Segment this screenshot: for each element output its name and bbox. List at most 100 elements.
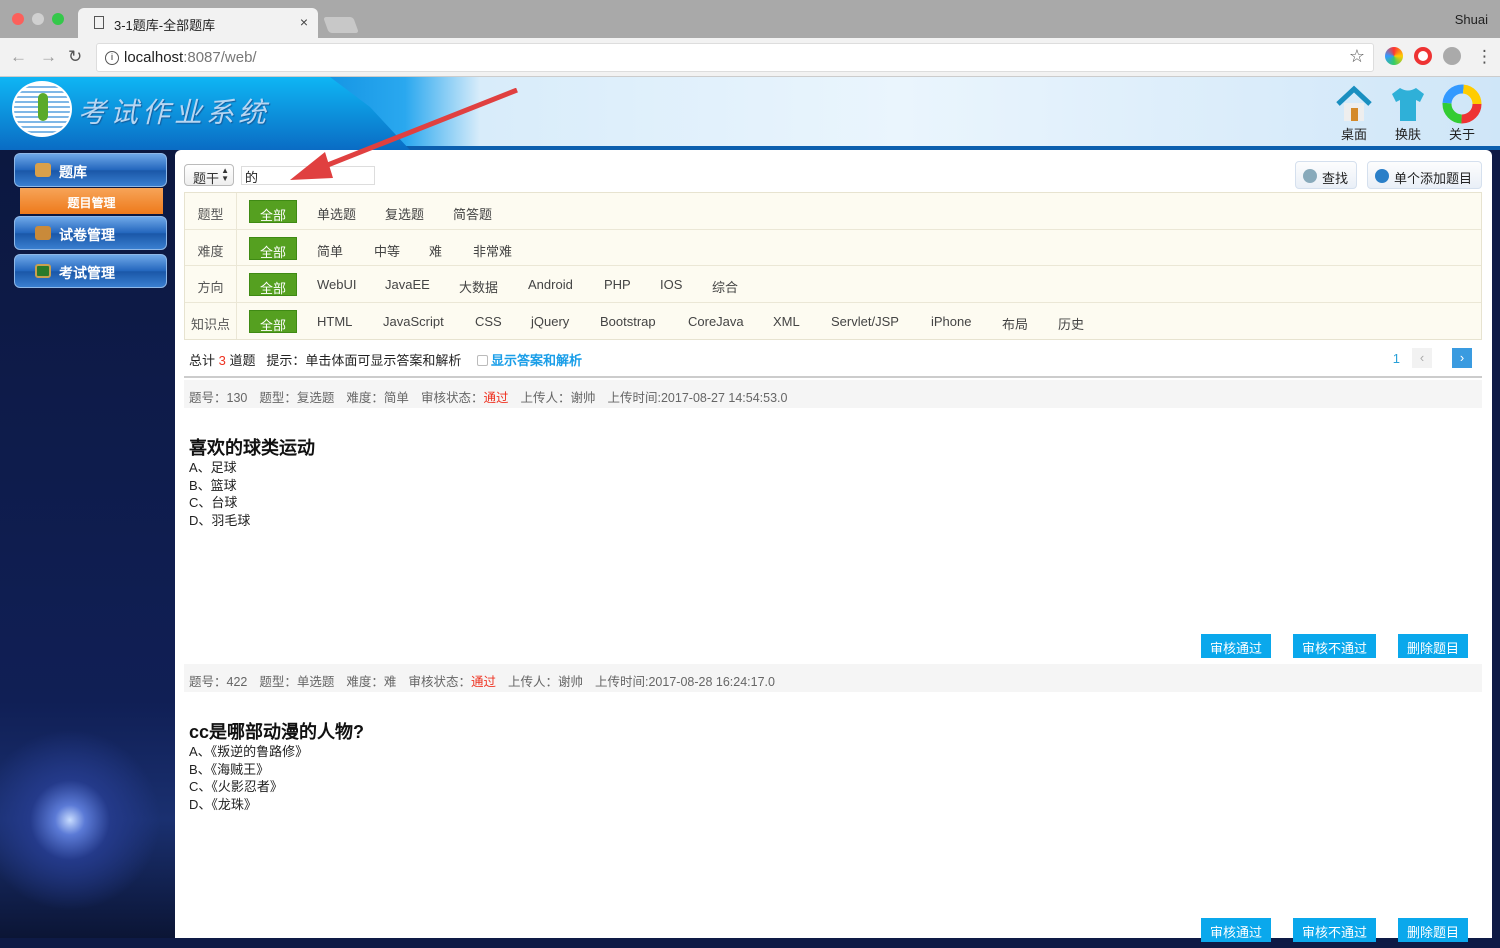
filter-option[interactable]: 中等: [374, 241, 400, 260]
filter-option[interactable]: 综合: [712, 277, 738, 296]
meta-uploader: 谢帅: [570, 391, 596, 405]
filter-option[interactable]: 复选题: [385, 204, 424, 223]
search-field-select[interactable]: 题干 ▲ ▼: [184, 164, 234, 186]
extension-pinwheel-icon[interactable]: [1385, 47, 1403, 65]
add-question-button[interactable]: 单个添加题目: [1367, 161, 1482, 189]
filter-option[interactable]: 历史: [1058, 314, 1084, 333]
summary-suffix: 道题: [229, 353, 256, 368]
question-title[interactable]: 喜欢的球类运动: [189, 434, 315, 460]
filter-label: 知识点: [185, 302, 237, 339]
show-answer-label[interactable]: 显示答案和解析: [491, 353, 582, 368]
minimize-window-button[interactable]: [32, 13, 44, 25]
filter-option[interactable]: HTML: [317, 314, 352, 329]
filter-all-button[interactable]: 全部: [249, 273, 297, 296]
close-tab-icon[interactable]: ×: [300, 14, 308, 30]
browser-tab[interactable]: 3-1题库-全部题库 ×: [78, 8, 318, 38]
filter-option[interactable]: XML: [773, 314, 800, 329]
meta-label: 审核状态：: [408, 675, 471, 689]
filter-option[interactable]: 简答题: [453, 204, 492, 223]
menu-dots-icon[interactable]: ⋮: [1476, 47, 1493, 67]
filter-option[interactable]: iPhone: [931, 314, 971, 329]
question-option: D、《龙珠》: [189, 797, 257, 813]
house-icon: [35, 163, 51, 177]
url-input[interactable]: i localhost:8087/web/ ☆: [96, 43, 1374, 72]
filter-all-button[interactable]: 全部: [249, 200, 297, 223]
filter-option[interactable]: 简单: [317, 241, 343, 260]
maximize-window-button[interactable]: [52, 13, 64, 25]
new-tab-button[interactable]: [323, 17, 359, 33]
extension-opera-icon[interactable]: [1414, 47, 1432, 65]
filter-option[interactable]: 难: [429, 241, 442, 260]
question-option: D、羽毛球: [189, 513, 251, 529]
desktop-label: 桌面: [1340, 127, 1367, 142]
question-title[interactable]: cc是哪部动漫的人物?: [189, 718, 364, 744]
question-meta: 题号：422 题型：单选题 难度：难 审核状态：通过 上传人：谢帅 上传时间:2017-0…: [184, 664, 1482, 692]
about-label: 关于: [1448, 127, 1475, 142]
info-icon[interactable]: i: [105, 51, 119, 65]
filter-option[interactable]: Servlet/JSP: [831, 314, 899, 329]
back-icon[interactable]: ←: [10, 47, 27, 67]
filter-all-button[interactable]: 全部: [249, 236, 297, 260]
reload-icon[interactable]: ↻: [68, 47, 82, 67]
sidebar-item-exam-manage[interactable]: 考试管理: [14, 254, 167, 288]
filter-option[interactable]: WebUI: [317, 277, 357, 292]
find-button[interactable]: 查找: [1295, 161, 1357, 189]
desktop-button[interactable]: 桌面: [1327, 84, 1381, 143]
filter-option[interactable]: JavaScript: [383, 314, 444, 329]
question-count: 3: [218, 353, 226, 368]
filter-option[interactable]: JavaEE: [385, 277, 430, 292]
filter-table: 题型 全部 单选题 复选题 简答题 难度 全部 简单 中等难非常难 方向 全部 WebUI JavaEE…: [184, 192, 1482, 340]
question-meta: 题号：130 题型：复选题 难度：简单 审核状态：通过 上传人：谢帅 上传时间:2017-…: [184, 380, 1482, 408]
filter-option[interactable]: 非常难: [473, 241, 512, 260]
profile-name[interactable]: Shuai: [1455, 12, 1488, 27]
question-option: A、《叛逆的鲁路修》: [189, 744, 309, 759]
close-window-button[interactable]: [12, 13, 24, 25]
next-page-button[interactable]: ›: [1452, 348, 1472, 368]
skin-button[interactable]: 换肤: [1381, 84, 1435, 143]
meta-status: 通过: [483, 391, 509, 405]
approve-button[interactable]: 审核通过: [1200, 634, 1271, 658]
prev-page-button[interactable]: ‹: [1412, 348, 1432, 368]
filter-option[interactable]: 单选题: [317, 204, 356, 223]
tshirt-icon: [1392, 88, 1424, 121]
filter-option[interactable]: jQuery: [531, 314, 569, 329]
magnifier-icon: [1303, 169, 1317, 183]
annotation-arrow: [290, 88, 518, 180]
sidebar-item-question-bank[interactable]: 题库: [14, 153, 167, 187]
app-header: 考试作业系统 桌面 换肤 关于: [0, 77, 1500, 150]
meta-label: 题型：: [259, 391, 297, 405]
question-card: 题号：422 题型：单选题 难度：难 审核状态：通过 上传人：谢帅 上传时间:2017-0…: [184, 664, 1482, 948]
filter-option[interactable]: CSS: [475, 314, 502, 329]
reject-button[interactable]: 审核不通过: [1292, 918, 1376, 942]
about-button[interactable]: 关于: [1435, 84, 1489, 143]
sidebar-subitem-question-manage[interactable]: 题目管理: [20, 188, 163, 214]
forward-icon[interactable]: →: [40, 47, 57, 67]
sidebar-item-paper-manage[interactable]: 试卷管理: [14, 216, 167, 250]
page-number[interactable]: 1: [1393, 351, 1400, 366]
approve-button[interactable]: 审核通过: [1200, 918, 1271, 942]
filter-row-difficulty: 难度 全部 简单 中等 难 非常难: [185, 229, 1481, 266]
question-option: B、《海贼王》: [189, 761, 270, 777]
delete-button[interactable]: 删除题目: [1397, 634, 1468, 658]
filter-all-button[interactable]: 全部: [249, 309, 297, 333]
filter-option[interactable]: Android: [528, 277, 573, 292]
delete-button[interactable]: 删除题目: [1397, 918, 1468, 942]
search-field-value: 题干: [193, 171, 220, 186]
filter-option[interactable]: PHP: [604, 277, 631, 292]
address-bar-row: ← → ↻ i localhost:8087/web/ ☆ ⋮: [0, 38, 1500, 77]
meta-id: 422: [226, 675, 248, 689]
meta-status: 通过: [470, 675, 496, 689]
filter-option[interactable]: Bootstrap: [600, 314, 656, 329]
filter-option[interactable]: CoreJava: [688, 314, 744, 329]
show-answer-checkbox[interactable]: [477, 355, 488, 366]
reject-button[interactable]: 审核不通过: [1292, 634, 1376, 658]
filter-option[interactable]: IOS: [660, 277, 682, 292]
plus-circle-icon: [1375, 169, 1389, 183]
bookmark-star-icon[interactable]: ☆: [1349, 46, 1365, 67]
filter-option[interactable]: 大数据: [459, 277, 498, 296]
meta-label: 上传时间:: [595, 675, 649, 689]
summary-prefix: 总计: [189, 353, 216, 368]
extension-film-icon[interactable]: [1443, 47, 1461, 65]
filter-option[interactable]: 布局: [1002, 314, 1028, 333]
url-host: localhost: [124, 49, 184, 66]
